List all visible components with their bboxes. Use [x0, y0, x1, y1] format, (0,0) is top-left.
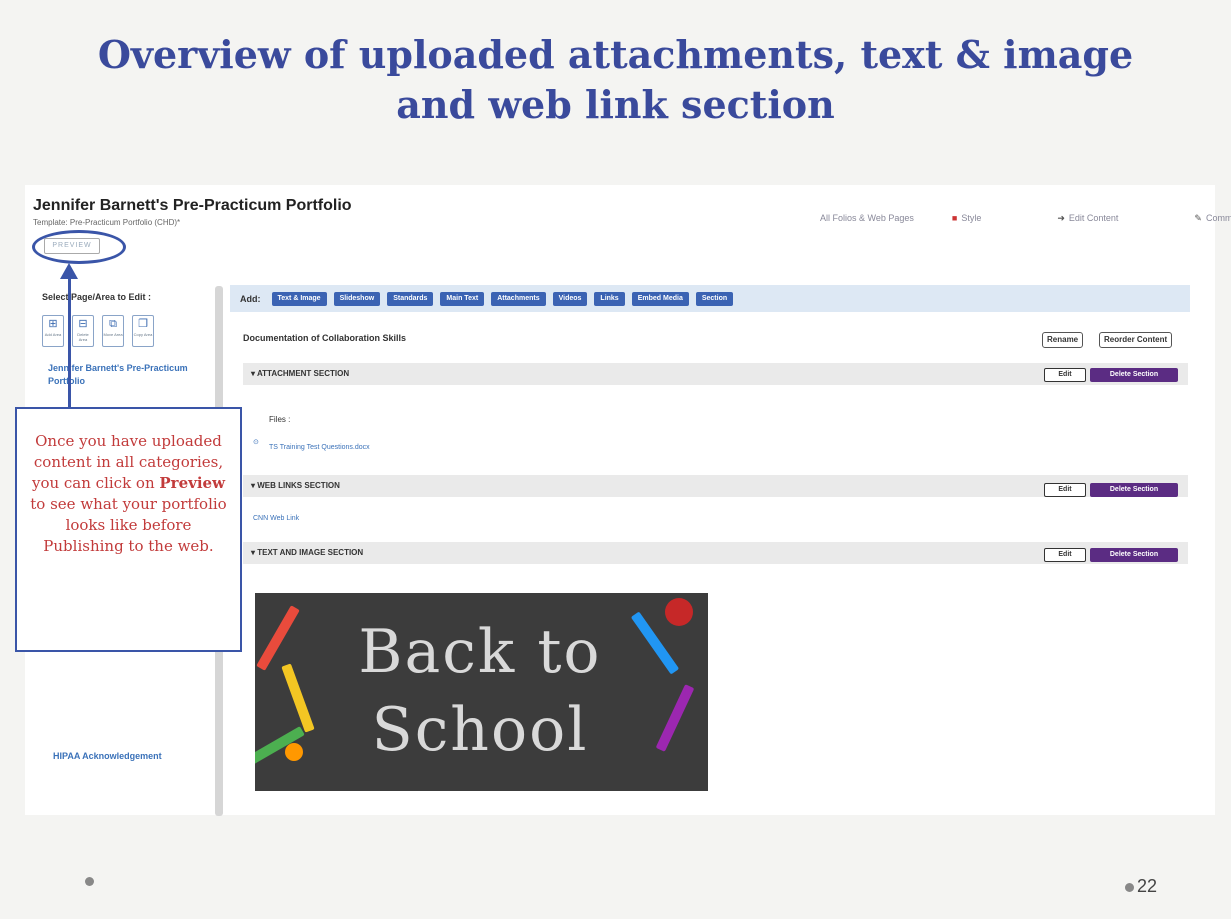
comm-icon: ✎ [1194, 213, 1202, 223]
nav-comm[interactable]: ✎ Comm [1194, 213, 1231, 224]
textimage-edit-button[interactable]: Edit [1044, 548, 1086, 562]
preview-highlight-ellipse [32, 230, 126, 264]
callout-text-after: to see what your portfolio looks like be… [30, 495, 227, 555]
copy-area-label: Copy Area [133, 332, 153, 337]
attachment-section-title: ATTACHMENT SECTION [256, 369, 350, 378]
portfolio-screenshot: Jennifer Barnett's Pre-Practicum Portfol… [15, 185, 1231, 816]
attachment-edit-button[interactable]: Edit [1044, 368, 1086, 382]
callout-emphasis: Preview [159, 474, 226, 492]
web-link[interactable]: CNN Web Link [253, 515, 299, 522]
move-area-label: Move Area [103, 332, 123, 337]
delete-area-button[interactable]: ⊟ Delete Area [72, 315, 94, 347]
weblinks-delete-section-button[interactable]: Delete Section [1090, 483, 1178, 497]
image-text-line-1: Back to [358, 617, 602, 687]
file-bullet-icon: ⊙ [253, 439, 259, 446]
textimage-delete-section-button[interactable]: Delete Section [1090, 548, 1178, 562]
weblinks-edit-button[interactable]: Edit [1044, 483, 1086, 497]
page-title: Documentation of Collaboration Skills [243, 333, 407, 343]
add-main-text-button[interactable]: Main Text [440, 291, 485, 306]
copy-area-button[interactable]: ❐ Copy Area [132, 315, 154, 347]
nav-edit-content[interactable]: ➜ Edit Content [1057, 213, 1156, 224]
delete-area-icon: ⊟ [78, 318, 88, 330]
pencil-decoration [281, 663, 315, 733]
top-nav: All Folios & Web Pages ■ Style ➜ Edit Cont… [820, 213, 1231, 224]
pencil-decoration [655, 684, 695, 752]
back-to-school-text: Back to School [340, 613, 620, 769]
textimage-section-title: TEXT AND IMAGE SECTION [257, 548, 364, 557]
portfolio-template-subtitle: Template: Pre-Practicum Portfolio (CHD)* [33, 218, 181, 227]
page-number: 22 [1125, 876, 1157, 897]
add-area-icon: ⊞ [48, 318, 58, 330]
rename-button[interactable]: Rename [1042, 332, 1084, 348]
sidebar-heading: Select Page/Area to Edit : [42, 292, 152, 302]
nav-edit-content-label: Edit Content [1068, 213, 1119, 223]
move-area-icon: ⧉ [109, 318, 117, 330]
add-embed-media-button[interactable]: Embed Media [631, 291, 689, 306]
add-slideshow-button[interactable]: Slideshow [333, 291, 381, 306]
add-standards-button[interactable]: Standards [387, 291, 434, 306]
add-area-label: Add Area [44, 332, 62, 337]
weblinks-section-title: WEB LINKS SECTION [257, 481, 340, 490]
move-area-button[interactable]: ⧉ Move Area [102, 315, 124, 347]
callout-arrow-line [68, 277, 71, 409]
slide-title-line-2: and web link section [396, 82, 835, 127]
add-section-button[interactable]: Section [695, 291, 734, 306]
nav-style-label: Style [961, 213, 982, 223]
add-content-toolbar: Add: Text & Image Slideshow Standards Ma… [230, 285, 1190, 312]
edit-arrow-icon: ➜ [1057, 213, 1065, 223]
nav-style[interactable]: ■ Style [952, 213, 1019, 224]
add-label: Add: [240, 293, 261, 304]
apple-decoration [665, 598, 693, 626]
attachment-file-link[interactable]: TS Training Test Questions.docx [269, 444, 370, 451]
portfolio-title: Jennifer Barnett's Pre-Practicum Portfol… [33, 197, 352, 214]
slide-title: Overview of uploaded attachments, text &… [0, 30, 1231, 130]
pencil-decoration [256, 605, 300, 671]
callout-arrow-head [60, 263, 78, 279]
nav-comm-label: Comm [1205, 213, 1231, 223]
nav-all-folios[interactable]: All Folios & Web Pages [820, 213, 914, 224]
footer-bullet [85, 877, 94, 886]
back-to-school-image: Back to School [255, 593, 708, 791]
attachment-delete-section-button[interactable]: Delete Section [1090, 368, 1178, 382]
add-links-button[interactable]: Links [594, 291, 625, 306]
slide-title-line-1: Overview of uploaded attachments, text &… [97, 32, 1134, 77]
add-attachments-button[interactable]: Attachments [491, 291, 546, 306]
image-text-line-2: School [371, 695, 589, 765]
preview-callout: Once you have uploaded content in all ca… [15, 407, 242, 652]
reorder-content-button[interactable]: Reorder Content [1099, 332, 1173, 348]
decoration-dot [285, 743, 303, 761]
style-icon: ■ [951, 213, 958, 223]
add-text-image-button[interactable]: Text & Image [271, 291, 327, 306]
delete-area-label: Delete Area [77, 332, 89, 342]
sidebar-area-tools: ⊞ Add Area ⊟ Delete Area ⧉ Move Area ❐ Copy … [42, 315, 154, 347]
files-label: Files : [269, 415, 291, 424]
sidebar-item-hipaa[interactable]: HIPAA Acknowledgement [53, 751, 162, 761]
copy-area-icon: ❐ [138, 318, 148, 330]
add-area-button[interactable]: ⊞ Add Area [42, 315, 64, 347]
add-videos-button[interactable]: Videos [552, 291, 588, 306]
